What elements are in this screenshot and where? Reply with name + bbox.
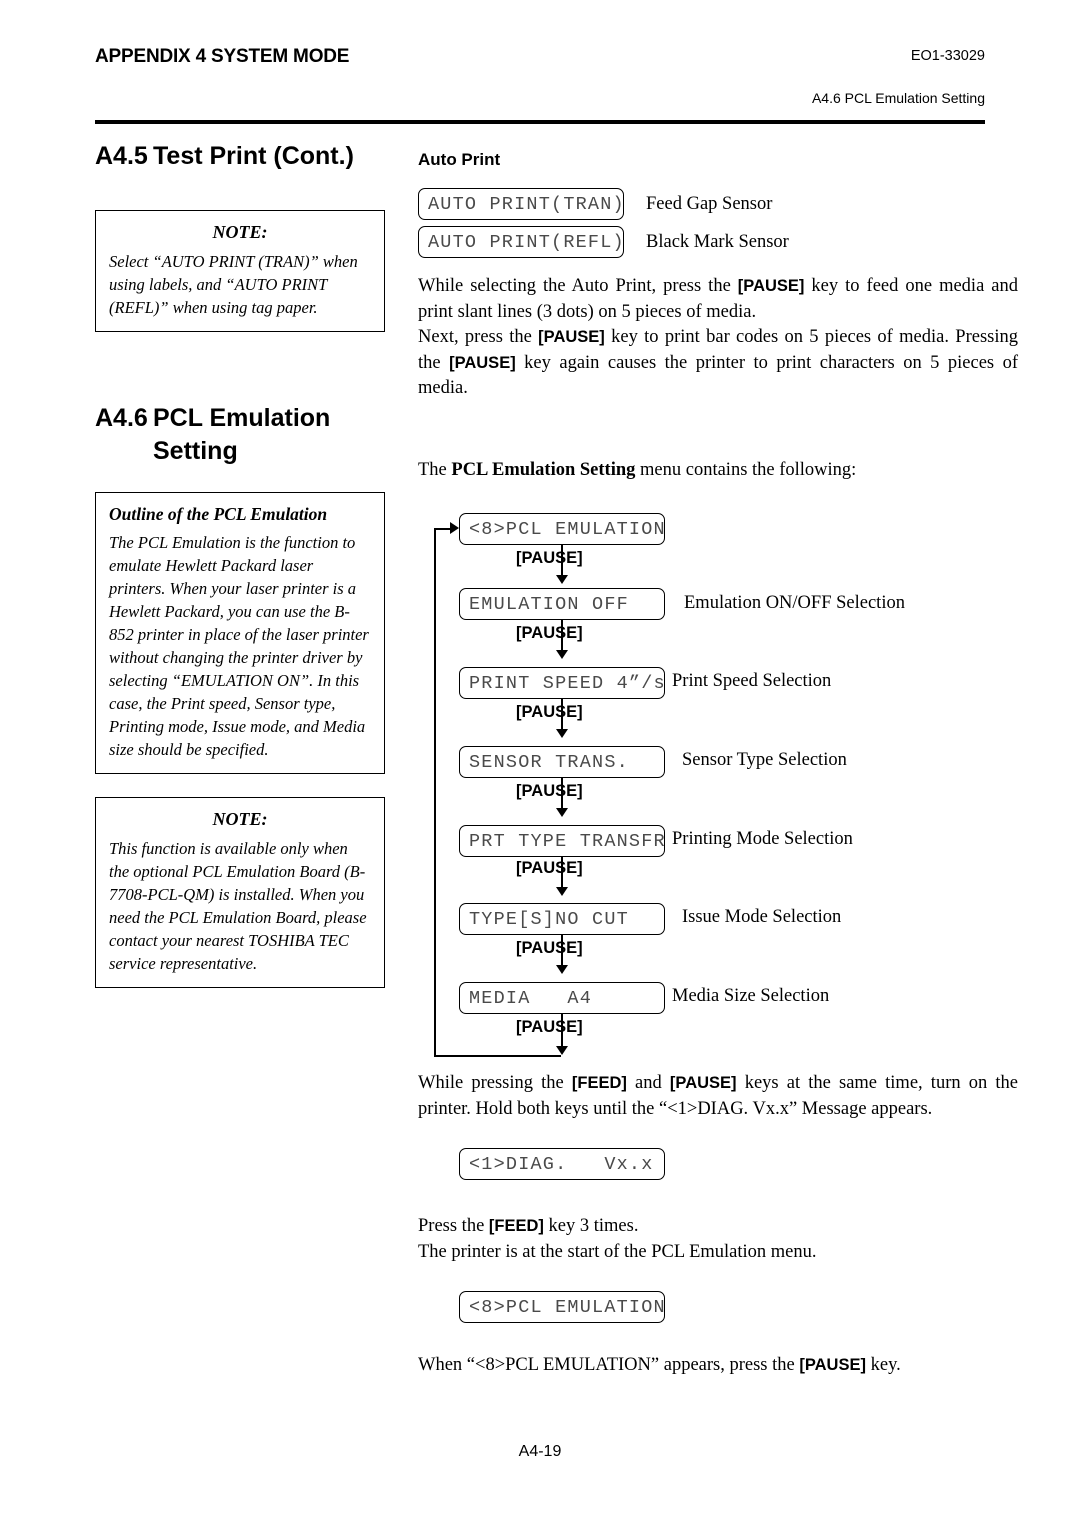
page-number: A4-19 [518, 1443, 562, 1460]
loop-back-horizontal-line [434, 1055, 561, 1057]
note-body: Select “AUTO PRINT (TRAN)” when using la… [109, 252, 358, 317]
flow-arrow-3 [556, 729, 568, 738]
header-divider [95, 120, 985, 124]
note-heading-2: NOTE: [212, 809, 268, 829]
power-on-pre: While pressing the [418, 1073, 572, 1093]
pause-key-ref-3: [PAUSE] [449, 353, 516, 372]
note-body-2: This function is available only when the… [109, 839, 367, 973]
flow-arrow-6 [556, 965, 568, 974]
outline-heading: Outline of the PCL Emulation [109, 504, 328, 524]
loop-back-vertical-line [434, 528, 436, 1057]
lcd-display-pcl-emulation-final: <8>PCL EMULATION [459, 1291, 665, 1323]
flow-label-emulation-selection: Emulation ON/OFF Selection [684, 593, 905, 613]
pause-key-flow-2: [PAUSE] [516, 624, 583, 642]
auto-print-heading: Auto Print [418, 150, 501, 169]
pause-key-flow-5: [PAUSE] [516, 859, 583, 877]
lcd-display-media-a4: MEDIA A4 [459, 982, 665, 1014]
flow-label-issue-mode-selection: Issue Mode Selection [682, 907, 842, 927]
flow-arrow-4 [556, 808, 568, 817]
pause-key-ref-2: [PAUSE] [538, 328, 605, 346]
lcd-display-auto-print-refl: AUTO PRINT(REFL) [418, 226, 624, 258]
auto-print-p1-pre: While selecting the Auto Print, press th… [418, 276, 738, 296]
lcd-display-sensor-trans: SENSOR TRANS. [459, 746, 665, 778]
lcd-display-pcl-emulation-entry: <8>PCL EMULATION [459, 513, 665, 545]
power-on-instructions: While pressing the [FEED] and [PAUSE] ke… [418, 1071, 1018, 1122]
left-column: A4.5 Test Print (Cont.) NOTE: Select “AUT… [95, 140, 385, 988]
section-title-a46-line1: PCL Emulation [153, 404, 331, 432]
flow-label-printing-mode-selection: Printing Mode Selection [672, 829, 853, 849]
right-column: Auto Print AUTO PRINT(TRAN) Feed Gap Sen… [418, 150, 1018, 1379]
flow-label-media-size-selection: Media Size Selection [672, 986, 830, 1006]
auto-print-paragraph-2: Next, press the [PAUSE] key to print bar… [418, 325, 1018, 402]
lcd-display-emulation-off: EMULATION OFF [459, 588, 665, 620]
flow-arrow-1 [556, 575, 568, 584]
pause-key-flow-6: [PAUSE] [516, 939, 583, 957]
lcd-display-auto-print-tran: AUTO PRINT(TRAN) [418, 188, 624, 220]
feed-line1-pre: Press the [418, 1216, 489, 1236]
flow-arrow-5 [556, 887, 568, 896]
auto-print-label-refl: Black Mark Sensor [646, 231, 789, 252]
pause-key-flow-3: [PAUSE] [516, 703, 583, 721]
power-on-mid: and [626, 1073, 670, 1093]
note-heading: NOTE: [212, 222, 268, 242]
auto-print-row-tran: AUTO PRINT(TRAN) Feed Gap Sensor [418, 188, 1018, 220]
menu-intro-bold: PCL Emulation Setting [451, 459, 636, 480]
outline-box: Outline of the PCL Emulation The PCL Emu… [95, 492, 385, 774]
pause-key-flow-1: [PAUSE] [516, 549, 583, 567]
pause-key-flow-7: [PAUSE] [516, 1018, 583, 1036]
section-heading-a45: A4.5 Test Print (Cont.) [95, 140, 385, 172]
pause-key-ref-1: [PAUSE] [737, 277, 805, 295]
lcd-display-prt-type-transfr: PRT TYPE TRANSFR [459, 825, 665, 857]
header-section-ref: A4.6 PCL Emulation Setting [811, 90, 985, 106]
section-number-a46: A4.6 [95, 404, 148, 432]
section-title-a45: Test Print (Cont.) [153, 142, 354, 170]
flow-label-sensor-type-selection: Sensor Type Selection [682, 750, 847, 770]
feed-key-ref-2: [FEED] [488, 1217, 544, 1235]
flow-label-print-speed-selection: Print Speed Selection [672, 671, 832, 691]
section-number-a45: A4.5 [95, 142, 148, 170]
pause-key-ref-5: [PAUSE] [799, 1356, 866, 1374]
auto-print-p2-pre: Next, press the [418, 327, 539, 347]
header-doc-code: EO1-33029 [910, 48, 985, 64]
closing-instruction: When “<8>PCL EMULATION” appears, press t… [418, 1353, 1018, 1379]
note-box-pcl-board: NOTE: This function is available only wh… [95, 797, 385, 988]
closing-post: key. [865, 1355, 901, 1375]
header-appendix-title: APPENDIX 4 SYSTEM MODE [95, 46, 350, 67]
auto-print-row-refl: AUTO PRINT(REFL) Black Mark Sensor [418, 226, 1018, 258]
closing-pre: When “<8>PCL EMULATION” appears, press t… [418, 1355, 800, 1375]
menu-intro-post: menu contains the following: [635, 459, 857, 480]
pause-key-flow-4: [PAUSE] [516, 782, 583, 800]
menu-intro-pre: The [418, 459, 452, 480]
auto-print-paragraph-1: While selecting the Auto Print, press th… [418, 274, 1018, 325]
feed-line1-post: key 3 times. [543, 1216, 639, 1236]
pcl-menu-flowchart: <8>PCL EMULATION [PAUSE] EMULATION OFF E… [418, 503, 1018, 1063]
feed-step-line-2: The printer is at the start of the PCL E… [418, 1241, 817, 1262]
outline-body: The PCL Emulation is the function to emu… [109, 533, 369, 759]
loop-back-arrow-head [450, 522, 459, 534]
menu-intro-text: The PCL Emulation Setting menu contains … [418, 458, 1018, 484]
auto-print-label-tran: Feed Gap Sensor [646, 193, 773, 214]
page-header: APPENDIX 4 SYSTEM MODE EO1-33029 A4.6 PC… [95, 42, 985, 124]
section-heading-a46: A4.6 PCL Emulation [95, 402, 385, 434]
feed-key-ref-1: [FEED] [571, 1074, 627, 1092]
feed-step-line-1: Press the [FEED] key 3 times. [418, 1214, 1018, 1240]
lcd-display-diag: <1>DIAG. Vx.x [459, 1148, 665, 1180]
flow-arrow-2 [556, 650, 568, 659]
pause-key-ref-4: [PAUSE] [669, 1074, 737, 1092]
lcd-display-print-speed: PRINT SPEED 4”/s [459, 667, 665, 699]
note-box-auto-print: NOTE: Select “AUTO PRINT (TRAN)” when us… [95, 210, 385, 332]
flow-arrow-7 [556, 1046, 568, 1055]
section-title-a46-line2: Setting [153, 437, 238, 465]
lcd-display-type-s-no-cut: TYPE[S]NO CUT [459, 903, 665, 935]
